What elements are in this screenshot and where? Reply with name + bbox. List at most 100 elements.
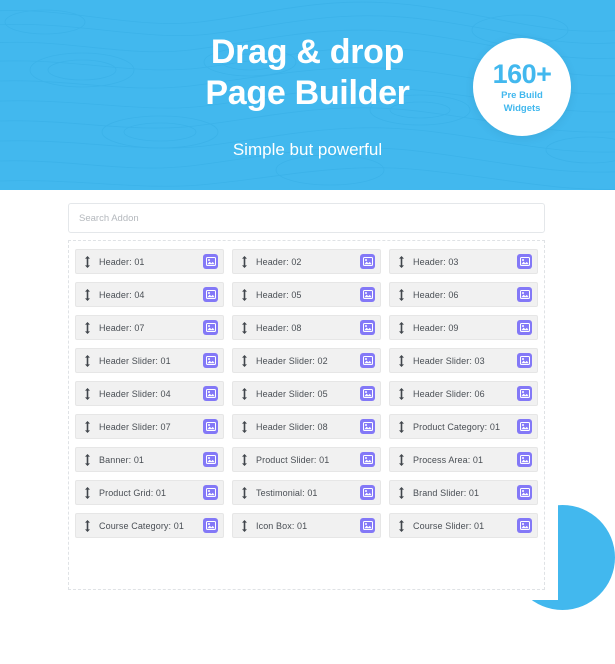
image-icon[interactable] [517, 452, 532, 467]
widget-item-label: Header: 05 [256, 289, 302, 300]
drag-vertical-icon[interactable] [397, 387, 406, 400]
widget-item-label: Product Grid: 01 [99, 487, 167, 498]
widget-item-label: Header: 03 [413, 256, 459, 267]
drag-vertical-icon[interactable] [240, 420, 249, 433]
widget-item-label: Header: 06 [413, 289, 459, 300]
drag-vertical-icon[interactable] [83, 420, 92, 433]
widget-item-label: Brand Slider: 01 [413, 487, 480, 498]
drag-vertical-icon[interactable] [83, 354, 92, 367]
image-icon[interactable] [203, 287, 218, 302]
widget-item[interactable]: Product Slider: 01 [232, 447, 381, 472]
widget-item-label: Header Slider: 07 [99, 421, 171, 432]
image-icon[interactable] [203, 386, 218, 401]
widget-item[interactable]: Header Slider: 08 [232, 414, 381, 439]
widget-item-label: Testimonial: 01 [256, 487, 318, 498]
image-icon[interactable] [360, 452, 375, 467]
drag-vertical-icon[interactable] [397, 255, 406, 268]
widget-item[interactable]: Product Category: 01 [389, 414, 538, 439]
drag-vertical-icon[interactable] [397, 288, 406, 301]
widget-item[interactable]: Icon Box: 01 [232, 513, 381, 538]
widget-item-label: Icon Box: 01 [256, 520, 308, 531]
image-icon[interactable] [517, 518, 532, 533]
widget-item[interactable]: Header: 09 [389, 315, 538, 340]
widget-grid: Header: 01 Header: 02 Header: 03 Header: 04… [75, 249, 538, 538]
widget-item[interactable]: Header Slider: 05 [232, 381, 381, 406]
image-icon[interactable] [203, 452, 218, 467]
drag-vertical-icon[interactable] [83, 288, 92, 301]
drag-vertical-icon[interactable] [83, 387, 92, 400]
widget-item[interactable]: Testimonial: 01 [232, 480, 381, 505]
drag-vertical-icon[interactable] [397, 486, 406, 499]
image-icon[interactable] [360, 254, 375, 269]
drag-vertical-icon[interactable] [397, 321, 406, 334]
widget-item[interactable]: Header: 03 [389, 249, 538, 274]
widget-item-label: Header: 07 [99, 322, 145, 333]
drag-vertical-icon[interactable] [240, 288, 249, 301]
drag-vertical-icon[interactable] [240, 519, 249, 532]
drag-vertical-icon[interactable] [240, 354, 249, 367]
widget-item-label: Header Slider: 04 [99, 388, 171, 399]
drag-vertical-icon[interactable] [397, 420, 406, 433]
widget-item[interactable]: Course Category: 01 [75, 513, 224, 538]
drag-vertical-icon[interactable] [240, 255, 249, 268]
image-icon[interactable] [360, 485, 375, 500]
image-icon[interactable] [517, 320, 532, 335]
widget-item[interactable]: Product Grid: 01 [75, 480, 224, 505]
widget-item[interactable]: Course Slider: 01 [389, 513, 538, 538]
widget-item-label: Header: 02 [256, 256, 302, 267]
widget-item-label: Header: 08 [256, 322, 302, 333]
widget-item[interactable]: Banner: 01 [75, 447, 224, 472]
widget-item-label: Header Slider: 02 [256, 355, 328, 366]
widget-item[interactable]: Header: 02 [232, 249, 381, 274]
image-icon[interactable] [360, 419, 375, 434]
widget-item[interactable]: Brand Slider: 01 [389, 480, 538, 505]
widget-item[interactable]: Header Slider: 01 [75, 348, 224, 373]
image-icon[interactable] [517, 386, 532, 401]
search-input[interactable] [68, 203, 545, 233]
widget-item[interactable]: Header Slider: 07 [75, 414, 224, 439]
widget-item[interactable]: Process Area: 01 [389, 447, 538, 472]
drag-vertical-icon[interactable] [83, 321, 92, 334]
image-icon[interactable] [203, 518, 218, 533]
image-icon[interactable] [517, 353, 532, 368]
drag-vertical-icon[interactable] [83, 486, 92, 499]
image-icon[interactable] [360, 518, 375, 533]
image-icon[interactable] [360, 386, 375, 401]
widget-item-label: Header Slider: 01 [99, 355, 171, 366]
drag-vertical-icon[interactable] [397, 519, 406, 532]
image-icon[interactable] [517, 254, 532, 269]
drag-vertical-icon[interactable] [240, 486, 249, 499]
drag-vertical-icon[interactable] [83, 519, 92, 532]
drag-vertical-icon[interactable] [397, 354, 406, 367]
drag-vertical-icon[interactable] [83, 453, 92, 466]
widget-item-label: Product Slider: 01 [256, 454, 330, 465]
image-icon[interactable] [360, 320, 375, 335]
image-icon[interactable] [360, 287, 375, 302]
drag-vertical-icon[interactable] [240, 387, 249, 400]
image-icon[interactable] [203, 320, 218, 335]
widget-item[interactable]: Header: 05 [232, 282, 381, 307]
widget-drop-area[interactable]: Header: 01 Header: 02 Header: 03 Header: 04… [68, 240, 545, 590]
badge-label-line-1: Pre Build [501, 90, 543, 101]
widget-item[interactable]: Header Slider: 06 [389, 381, 538, 406]
image-icon[interactable] [360, 353, 375, 368]
drag-vertical-icon[interactable] [397, 453, 406, 466]
image-icon[interactable] [203, 353, 218, 368]
image-icon[interactable] [203, 254, 218, 269]
widget-item[interactable]: Header: 08 [232, 315, 381, 340]
widget-item[interactable]: Header Slider: 03 [389, 348, 538, 373]
drag-vertical-icon[interactable] [240, 453, 249, 466]
image-icon[interactable] [203, 419, 218, 434]
widget-item[interactable]: Header Slider: 04 [75, 381, 224, 406]
image-icon[interactable] [517, 485, 532, 500]
widget-item[interactable]: Header: 07 [75, 315, 224, 340]
image-icon[interactable] [203, 485, 218, 500]
drag-vertical-icon[interactable] [83, 255, 92, 268]
widget-item[interactable]: Header: 04 [75, 282, 224, 307]
drag-vertical-icon[interactable] [240, 321, 249, 334]
widget-item[interactable]: Header: 01 [75, 249, 224, 274]
widget-item[interactable]: Header: 06 [389, 282, 538, 307]
image-icon[interactable] [517, 419, 532, 434]
image-icon[interactable] [517, 287, 532, 302]
widget-item[interactable]: Header Slider: 02 [232, 348, 381, 373]
